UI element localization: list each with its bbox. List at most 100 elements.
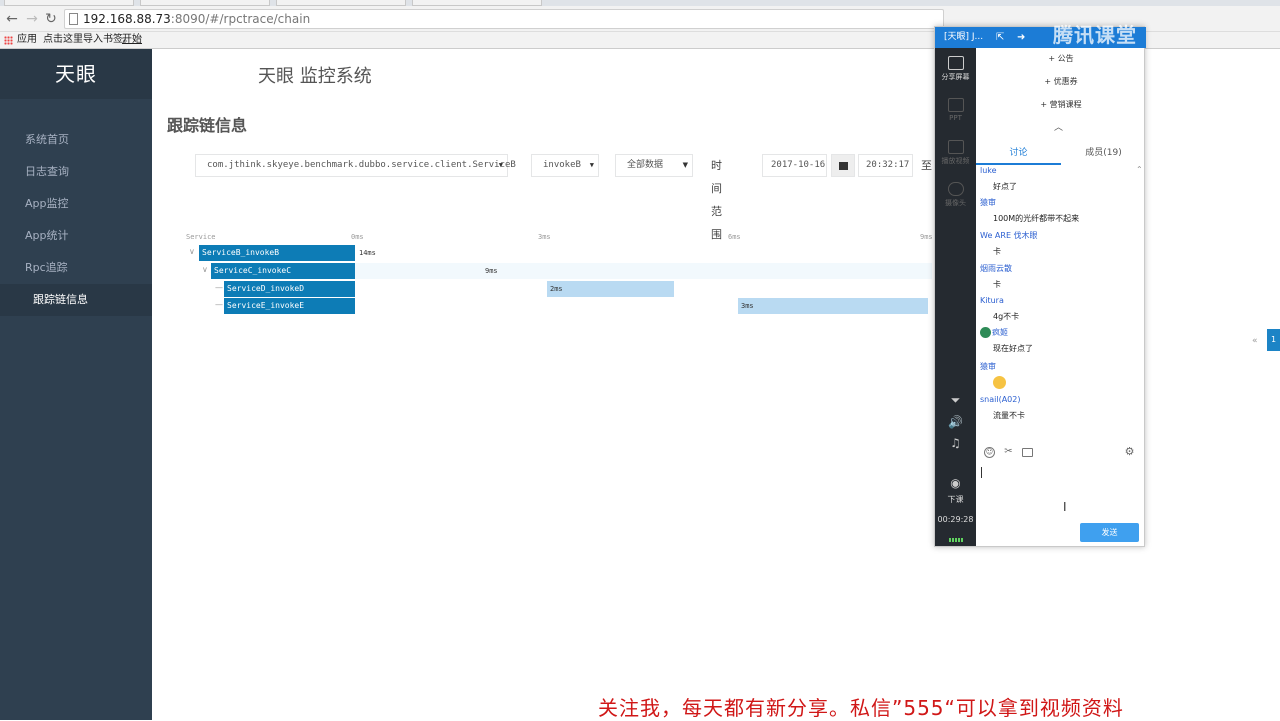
method-select-value: invokeB <box>543 160 581 170</box>
chevron-down-icon: ▼ <box>498 161 503 169</box>
chat-message: 疯姬 现在好点了 <box>980 327 1140 356</box>
span-label[interactable]: ServiceD_invokeD <box>224 281 355 297</box>
camera-label: 摄像头 <box>945 199 966 207</box>
axis-tick-6ms: 6ms <box>728 233 741 241</box>
brand-logo[interactable]: 天眼 <box>0 49 152 99</box>
chat-text: 卡 <box>993 280 1001 289</box>
sidebar-item-trace-chain[interactable]: 跟踪链信息 <box>0 284 152 316</box>
span-bar[interactable] <box>355 263 932 279</box>
settings-gear-icon[interactable]: ⚙ <box>1124 446 1135 458</box>
tree-toggle-icon[interactable]: ∨ <box>189 247 195 256</box>
chat-list[interactable]: ⌃ luke 好点了 猿审 100M的光纤都带不起来 We ARE 伐木眼 卡 … <box>976 165 1144 427</box>
music-icon[interactable]: ♫ <box>935 436 976 450</box>
classroom-titlebar: [天眼] J... ⇱ ➜ 腾讯课堂 <box>935 25 1146 48</box>
image-icon[interactable] <box>1022 448 1033 457</box>
chat-user[interactable]: 疯姬 <box>992 328 1008 337</box>
chat-user[interactable]: 烟雨云散 <box>980 263 1140 275</box>
span-label[interactable]: ServiceE_invokeE <box>224 298 355 314</box>
camera-button[interactable]: 摄像头 <box>935 182 976 208</box>
sidebar-item-log-query[interactable]: 日志查询 <box>0 156 152 188</box>
forward-icon[interactable]: → <box>24 11 40 27</box>
tree-toggle-icon[interactable]: ∨ <box>202 265 208 274</box>
sidebar: 天眼 系统首页 日志查询 App监控 App统计 Rpc追踪 跟踪链信息 <box>0 49 152 720</box>
share-screen-button[interactable]: 分享屏幕 <box>935 56 976 82</box>
chevron-up-icon[interactable]: ︿ <box>1054 120 1063 133</box>
url-field[interactable]: 192.168.88.73:8090/#/rpctrace/chain <box>64 9 944 29</box>
end-class-icon[interactable]: ◉ <box>935 476 976 490</box>
ibeam-cursor-icon: I <box>1063 500 1067 514</box>
emoji-icon[interactable]: ☺ <box>984 447 995 458</box>
video-caption: 关注我，每天都有新分享。私信”555“可以拿到视频资料 <box>598 696 1124 720</box>
span-label[interactable]: ServiceC_invokeC <box>211 263 355 279</box>
span-duration: 3ms <box>741 302 754 310</box>
forward-arrow-icon[interactable]: ➜ <box>1017 27 1025 48</box>
to-label: 至 <box>921 159 932 172</box>
chat-message: 猿审 <box>980 361 1140 394</box>
axis-tick-3ms: 3ms <box>538 233 551 241</box>
chat-message: snail(A02) 流量不卡 <box>980 394 1140 423</box>
sidebar-item-home[interactable]: 系统首页 <box>0 124 152 156</box>
menu-announcement[interactable]: + 公告 <box>976 53 1146 64</box>
chat-message: luke 好点了 <box>980 165 1140 194</box>
ppt-label: PPT <box>949 114 962 122</box>
user-avatar[interactable] <box>980 327 991 338</box>
pager-prev[interactable]: « <box>1252 336 1258 346</box>
bookmark-apps[interactable]: 应用 <box>17 32 37 48</box>
menu-coupon[interactable]: + 优惠券 <box>976 76 1146 87</box>
chat-user[interactable]: Kitura <box>980 295 1140 307</box>
chat-input[interactable]: I <box>979 467 1139 517</box>
calendar-icon[interactable] <box>831 154 855 177</box>
span-bar[interactable]: 3ms <box>738 298 928 314</box>
sidebar-item-app-monitor[interactable]: App监控 <box>0 188 152 220</box>
span-label[interactable]: ServiceB_invokeB <box>199 245 355 261</box>
share-out-icon[interactable]: ⇱ <box>996 27 1004 48</box>
scissors-icon[interactable]: ✂ <box>1003 447 1014 458</box>
pager-current-page[interactable]: 1 <box>1267 329 1280 351</box>
service-select[interactable]: com.jthink.skyeye.benchmark.dubbo.servic… <box>195 154 516 177</box>
bookmark-start[interactable]: 开始 <box>122 32 142 48</box>
sidebar-item-rpc-trace[interactable]: Rpc追踪 <box>0 252 152 284</box>
send-button[interactable]: 发送 <box>1080 523 1139 542</box>
reload-icon[interactable]: ↻ <box>43 11 59 27</box>
chat-user[interactable]: 猿审 <box>980 197 1140 209</box>
chat-user[interactable]: 猿审 <box>980 361 1140 373</box>
tab-members[interactable]: 成员(19) <box>1061 141 1146 165</box>
span-duration: 2ms <box>550 285 563 293</box>
bookmark-import-hint[interactable]: 点击这里导入书签。 <box>43 32 133 48</box>
trace-row: ∨ ServiceC_invokeC 9ms <box>180 263 940 279</box>
data-scope-select[interactable]: 全部数据 ▼ <box>615 154 693 177</box>
play-video-icon <box>947 140 964 154</box>
chat-user[interactable]: luke <box>980 165 1140 177</box>
method-select[interactable]: invokeB ▼ <box>531 154 599 177</box>
menu-marketing-course[interactable]: + 营销课程 <box>976 99 1146 110</box>
classroom-title: [天眼] J... <box>944 32 984 42</box>
tree-branch-icon: — <box>215 283 223 292</box>
span-bar[interactable]: 2ms <box>547 281 674 297</box>
trace-chart: Service 0ms 3ms 6ms 9ms ∨ ServiceB_invok… <box>180 225 940 325</box>
back-icon[interactable]: ← <box>4 11 20 27</box>
chevron-down-icon: ▼ <box>682 161 688 169</box>
trace-row: ∨ ServiceB_invokeB 14ms <box>180 245 940 261</box>
chat-user[interactable]: We ARE 伐木眼 <box>980 230 1140 242</box>
apps-grid-icon[interactable] <box>4 36 13 45</box>
system-title: 天眼 监控系统 <box>258 66 372 87</box>
class-timer: 00:29:28 <box>937 515 974 524</box>
ppt-button[interactable]: PPT <box>935 98 976 122</box>
page-title: 跟踪链信息 <box>167 116 248 135</box>
span-duration: 14ms <box>359 249 376 257</box>
speaker-icon[interactable]: 🔊 <box>935 415 976 429</box>
chat-text: 4g不卡 <box>993 312 1020 321</box>
date-value: 2017-10-16 <box>771 160 826 170</box>
tab-discussion[interactable]: 讨论 <box>976 141 1061 165</box>
chat-message: 烟雨云散 卡 <box>980 263 1140 292</box>
microphone-icon[interactable]: ⏷ <box>935 393 976 408</box>
end-class-label[interactable]: 下课 <box>935 494 976 505</box>
trace-row: — ServiceD_invokeD 2ms <box>180 281 940 297</box>
chat-user[interactable]: snail(A02) <box>980 394 1140 406</box>
sidebar-item-app-stats[interactable]: App统计 <box>0 220 152 252</box>
play-video-button[interactable]: 播放视频 <box>935 140 976 166</box>
date-input[interactable]: 2017-10-16 <box>762 154 827 177</box>
chat-message: 猿审 100M的光纤都带不起来 <box>980 197 1140 226</box>
share-screen-icon <box>947 56 964 70</box>
time-input[interactable]: 20:32:17 <box>858 154 913 177</box>
